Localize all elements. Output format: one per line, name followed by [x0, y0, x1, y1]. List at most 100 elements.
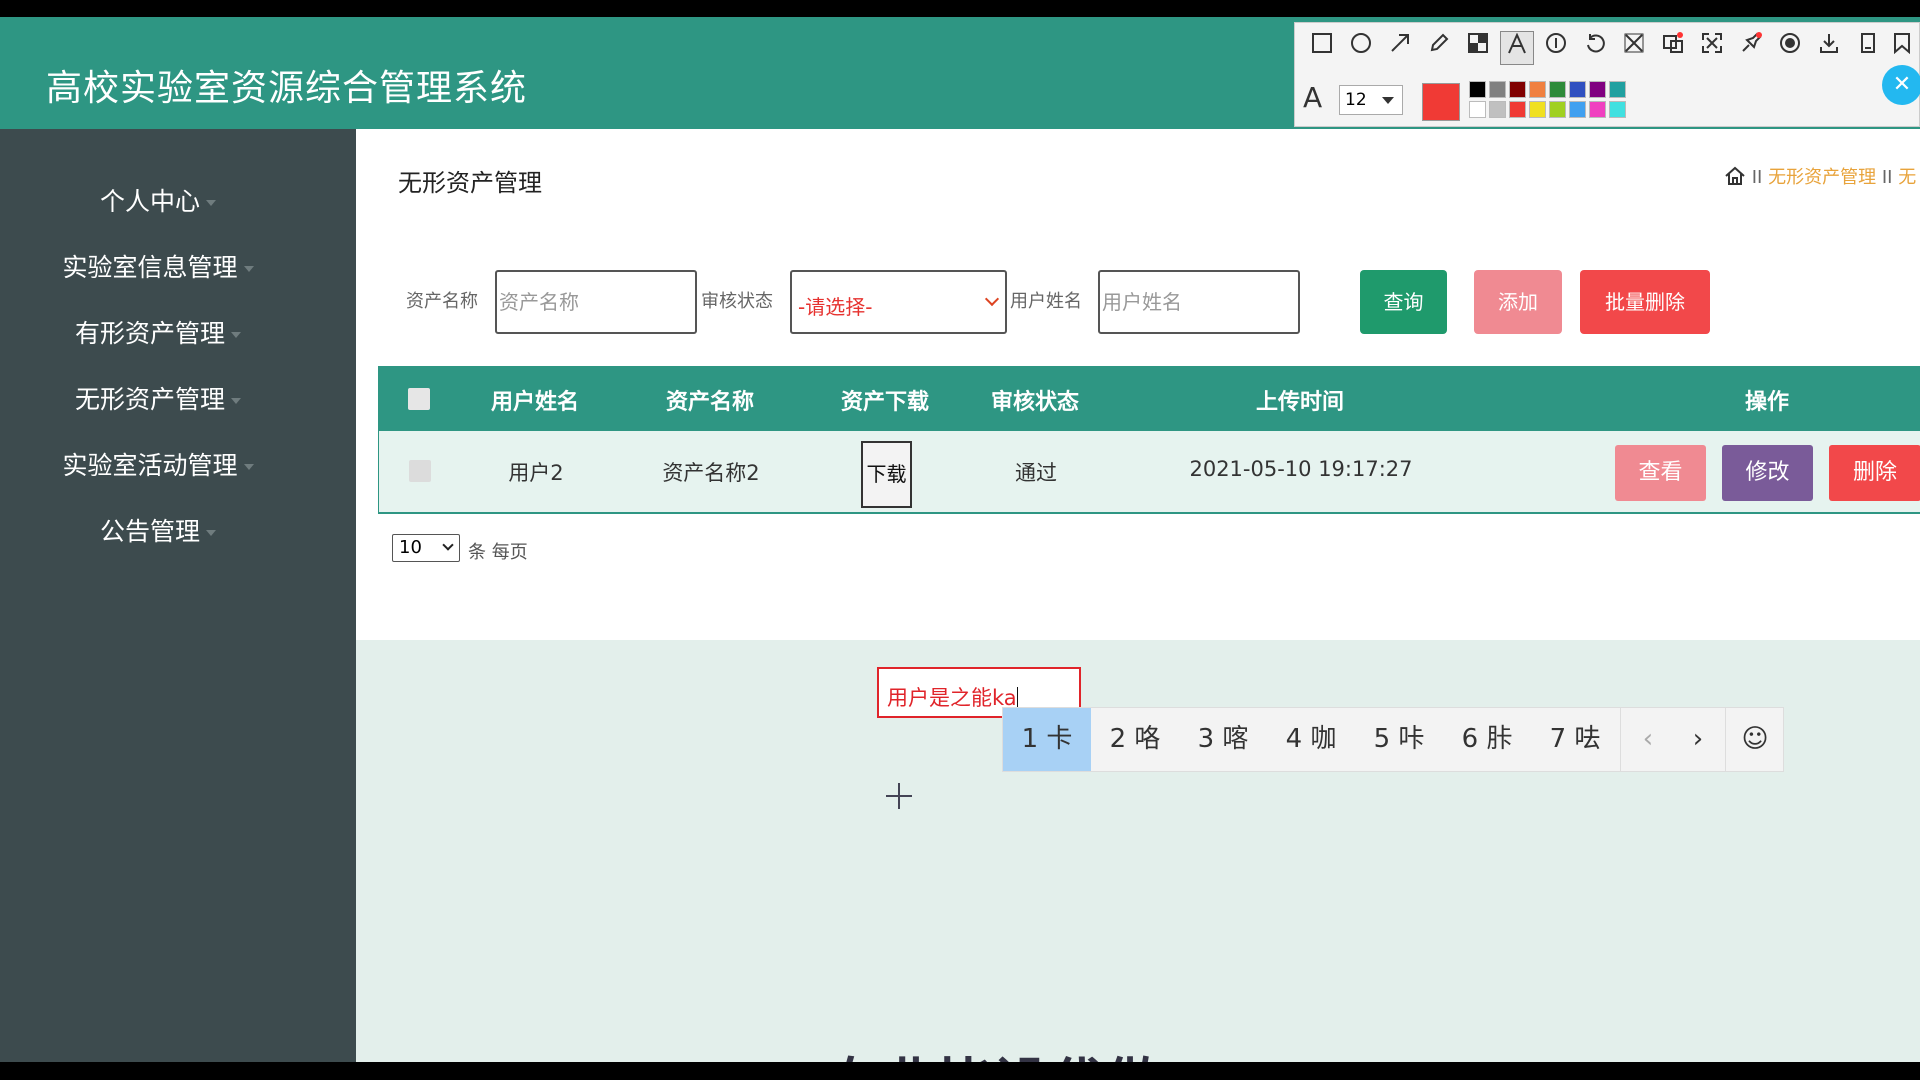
view-button[interactable]: 查看: [1615, 445, 1706, 501]
sidebar-item-label: 公告管理: [99, 517, 200, 546]
candidate-char: 咯: [1134, 724, 1161, 754]
page-size-value: 10: [399, 537, 422, 558]
cell-asset-name: 资产名称2: [662, 461, 760, 485]
asset-name-input[interactable]: [495, 270, 697, 334]
user-name-label: 用户姓名: [1010, 291, 1082, 312]
bookmark-icon[interactable]: [1887, 31, 1917, 65]
palette-swatch[interactable]: [1489, 101, 1506, 118]
palette-swatch[interactable]: [1569, 81, 1586, 98]
candidate-char: 咖: [1310, 724, 1337, 754]
page-size-select[interactable]: 10: [392, 534, 460, 562]
arrow-icon[interactable]: [1383, 31, 1417, 65]
breadcrumb-separator: II: [1751, 167, 1763, 188]
select-all-checkbox[interactable]: [408, 388, 430, 410]
caret-down-icon: [231, 332, 241, 338]
ime-prev-page-icon[interactable]: ‹: [1623, 708, 1673, 771]
page-title: 无形资产管理: [398, 169, 542, 197]
ime-candidate-1[interactable]: 1 卡: [1003, 708, 1091, 771]
add-button[interactable]: 添加: [1474, 270, 1562, 334]
palette-swatch[interactable]: [1489, 81, 1506, 98]
font-size-value: 12: [1345, 90, 1367, 110]
palette-swatch[interactable]: [1509, 81, 1526, 98]
close-float-icon[interactable]: ✕: [1882, 65, 1920, 105]
candidate-number: 2: [1109, 724, 1127, 754]
footer-watermark-text: 专业毕设代做: [825, 1040, 1161, 1062]
annotation-text: 用户是之能ka: [887, 682, 1018, 712]
query-button[interactable]: 查询: [1360, 270, 1447, 334]
ime-next-page-icon[interactable]: ›: [1673, 708, 1723, 771]
breadcrumb-current[interactable]: 无形资产管理: [1768, 167, 1876, 188]
palette-swatch[interactable]: [1529, 101, 1546, 118]
table-row: 用户2 资产名称2 下载 通过 2021-05-10 19:17:27 查看 修…: [378, 431, 1920, 514]
save-icon[interactable]: [1851, 31, 1885, 65]
cut-icon[interactable]: [1617, 31, 1651, 65]
palette-swatch[interactable]: [1589, 101, 1606, 118]
number-icon[interactable]: [1539, 31, 1573, 65]
palette-swatch[interactable]: [1609, 81, 1626, 98]
screen: 高校实验室资源综合管理系统 个人中心 实验室信息管理 有形资产管理 无形资产管理…: [0, 17, 1920, 1062]
breadcrumb-trailing[interactable]: 无: [1898, 167, 1916, 188]
palette-swatch[interactable]: [1549, 81, 1566, 98]
palette-swatch[interactable]: [1549, 101, 1566, 118]
record-icon[interactable]: [1773, 31, 1807, 65]
edit-button[interactable]: 修改: [1722, 445, 1813, 501]
palette-swatch[interactable]: [1509, 101, 1526, 118]
column-header-download: 资产下载: [840, 390, 930, 415]
column-header-actions: 操作: [1744, 390, 1790, 415]
caret-down-icon: [206, 530, 216, 536]
sidebar-item-tangible-assets[interactable]: 有形资产管理: [0, 314, 316, 350]
delete-button[interactable]: 删除: [1829, 445, 1920, 501]
sidebar-item-intangible-assets[interactable]: 无形资产管理: [0, 380, 316, 416]
sidebar-item-label: 无形资产管理: [74, 385, 225, 414]
download-button[interactable]: 下载: [861, 441, 912, 508]
download-icon[interactable]: [1812, 31, 1846, 65]
sidebar-item-lab-info[interactable]: 实验室信息管理: [0, 248, 316, 284]
ime-candidate-2[interactable]: 2 咯: [1091, 708, 1179, 771]
palette-swatch[interactable]: [1609, 101, 1626, 118]
ellipse-icon[interactable]: [1344, 31, 1378, 65]
expand-icon[interactable]: [1695, 31, 1729, 65]
palette-swatch[interactable]: [1469, 81, 1486, 98]
ime-candidate-7[interactable]: 7 呿: [1531, 708, 1619, 771]
ime-emoji-icon[interactable]: ☺: [1727, 708, 1783, 771]
sidebar-item-lab-activities[interactable]: 实验室活动管理: [0, 446, 316, 482]
ime-candidate-3[interactable]: 3 喀: [1179, 708, 1267, 771]
batch-delete-button[interactable]: 批量删除: [1580, 270, 1710, 334]
rectangle-icon[interactable]: [1305, 31, 1339, 65]
user-name-input[interactable]: [1098, 270, 1300, 334]
font-size-select[interactable]: 12: [1339, 85, 1403, 115]
review-status-select[interactable]: -请选择-: [790, 270, 1007, 334]
sidebar: 个人中心 实验室信息管理 有形资产管理 无形资产管理 实验室活动管理 公告管理: [0, 129, 356, 1062]
caret-down-icon: [243, 266, 254, 272]
text-icon[interactable]: [1500, 31, 1534, 65]
ime-candidate-4[interactable]: 4 咖: [1267, 708, 1355, 771]
app-title: 高校实验室资源综合管理系统: [46, 68, 528, 109]
translate-icon[interactable]: [1656, 31, 1690, 65]
table-header: 用户姓名 资产名称 资产下载 审核状态 上传时间 操作: [378, 366, 1920, 431]
candidate-number: 4: [1285, 724, 1303, 754]
pencil-icon[interactable]: [1422, 31, 1456, 65]
ime-candidate-5[interactable]: 5 咔: [1355, 708, 1443, 771]
ime-candidate-6[interactable]: 6 胩: [1443, 708, 1531, 771]
sidebar-item-label: 实验室活动管理: [62, 451, 238, 480]
mosaic-icon[interactable]: [1461, 31, 1495, 65]
sidebar-item-personal-center[interactable]: 个人中心: [0, 182, 316, 218]
palette-swatch[interactable]: [1529, 81, 1546, 98]
annotation-text-value: 用户是之能ka: [887, 686, 1017, 710]
cell-upload-time: 2021-05-10 19:17:27: [1189, 457, 1413, 481]
palette-swatch[interactable]: [1469, 101, 1486, 118]
sidebar-item-announcements[interactable]: 公告管理: [0, 512, 316, 548]
review-status-value: -请选择-: [798, 295, 873, 319]
current-color-swatch[interactable]: [1422, 83, 1460, 121]
ime-divider: [1620, 708, 1621, 771]
review-status-label: 审核状态: [701, 291, 773, 312]
chevron-down-icon: [442, 539, 454, 551]
row-checkbox[interactable]: [409, 460, 431, 482]
candidate-char: 喀: [1222, 724, 1249, 754]
home-icon[interactable]: [1724, 166, 1746, 186]
pin-icon[interactable]: [1734, 31, 1768, 65]
undo-icon[interactable]: [1578, 31, 1612, 65]
cell-user-name: 用户2: [508, 461, 564, 485]
palette-swatch[interactable]: [1569, 101, 1586, 118]
palette-swatch[interactable]: [1589, 81, 1606, 98]
